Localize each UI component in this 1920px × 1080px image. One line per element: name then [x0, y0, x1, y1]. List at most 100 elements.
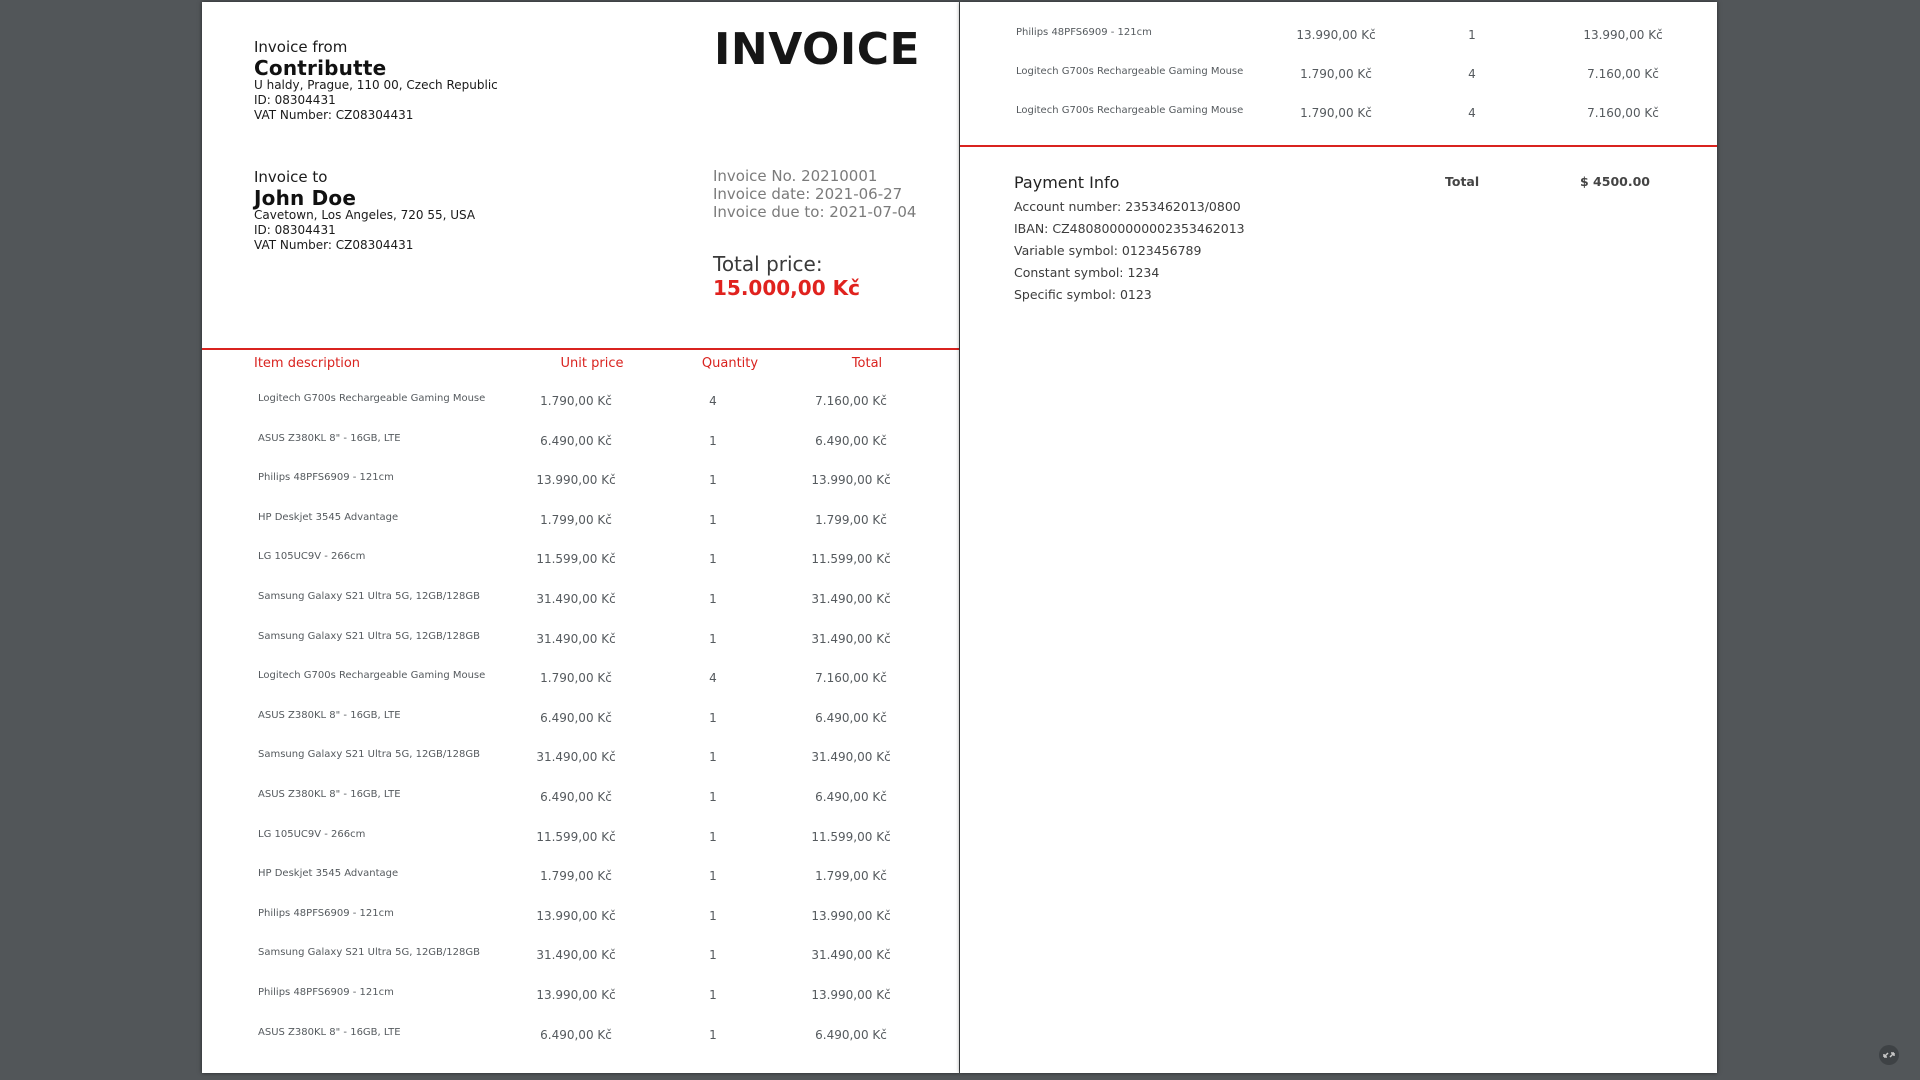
table-row: Samsung Galaxy S21 Ultra 5G, 12GB/128GB 3… — [202, 749, 959, 769]
item-quantity: 4 — [709, 671, 717, 686]
item-unit-price: 6.490,00 Kč — [540, 710, 612, 725]
item-quantity: 1 — [709, 790, 717, 804]
column-header-total: Total — [851, 356, 883, 371]
payment-constant-symbol: Constant symbol: 1234 — [1014, 265, 1160, 280]
table-row: LG 105UC9V - 266cm 11.599,00 Kč 1 11.599,00… — [202, 829, 959, 849]
item-description: ASUS Z380KL 8" - 16GB, LTE — [258, 789, 401, 800]
fit-to-page-icon[interactable] — [1878, 1044, 1900, 1066]
item-description: HP Deskjet 3545 Advantage — [258, 868, 399, 880]
item-unit-price: 1.790,00 Kč — [1300, 67, 1372, 81]
item-description: HP Deskjet 3545 Advantage — [258, 511, 399, 523]
item-total: 7.160,00 Kč — [1587, 106, 1659, 120]
item-quantity: 1 — [709, 512, 717, 527]
item-description: Philips 48PFS6909 - 121cm — [258, 907, 394, 919]
item-total: 13.990,00 Kč — [811, 908, 891, 923]
table-row: HP Deskjet 3545 Advantage 1.799,00 Kč 1 1.7… — [202, 868, 959, 888]
column-header-unit-price: Unit price — [560, 356, 624, 371]
table-row: Logitech G700s Rechargeable Gaming Mouse… — [202, 393, 959, 413]
table-row: Samsung Galaxy S21 Ultra 5G, 12GB/128GB 3… — [202, 591, 959, 611]
item-total: 31.490,00 Kč — [811, 948, 891, 963]
client-name: John Doe — [254, 186, 357, 210]
item-quantity: 1 — [709, 1027, 717, 1042]
column-header-description: Item description — [254, 356, 361, 371]
item-unit-price: 1.790,00 Kč — [540, 394, 612, 408]
payment-divider — [960, 145, 1717, 147]
company-address: U haldy, Prague, 110 00, Czech Republic — [254, 78, 498, 92]
payment-account: Account number: 2353462013/0800 — [1014, 199, 1241, 214]
item-quantity: 4 — [1468, 106, 1476, 120]
invoice-due-date: Invoice due to: 2021-07-04 — [713, 203, 917, 221]
item-unit-price: 13.990,00 Kč — [536, 988, 616, 1002]
item-quantity: 1 — [709, 552, 717, 567]
invoice-date: Invoice date: 2021-06-27 — [713, 185, 903, 203]
item-description: Samsung Galaxy S21 Ultra 5G, 12GB/128GB — [258, 749, 480, 761]
table-row: ASUS Z380KL 8" - 16GB, LTE 6.490,00 Kč 1 6.… — [202, 710, 959, 730]
item-quantity: 1 — [709, 710, 717, 725]
item-total: 13.990,00 Kč — [811, 473, 891, 488]
item-description: Logitech G700s Rechargeable Gaming Mouse — [1016, 66, 1244, 77]
payment-iban: IBAN: CZ4808000000002353462013 — [1014, 221, 1245, 236]
item-quantity: 1 — [709, 631, 717, 646]
item-total: 13.990,00 Kč — [1583, 28, 1663, 42]
table-row: Logitech G700s Rechargeable Gaming Mouse… — [202, 670, 959, 690]
item-unit-price: 13.990,00 Kč — [536, 473, 616, 488]
invoice-to-label: Invoice to — [254, 168, 328, 186]
payment-specific-symbol: Specific symbol: 0123 — [1014, 287, 1152, 302]
table-row: Logitech G700s Rechargeable Gaming Mouse… — [960, 66, 1717, 86]
item-unit-price: 31.490,00 Kč — [536, 948, 616, 963]
table-row: Philips 48PFS6909 - 121cm 13.990,00 Kč 1 13… — [202, 987, 959, 1007]
item-unit-price: 6.490,00 Kč — [540, 433, 612, 448]
table-row: Samsung Galaxy S21 Ultra 5G, 12GB/128GB 3… — [202, 947, 959, 967]
item-unit-price: 6.490,00 Kč — [540, 1027, 612, 1042]
item-total: 6.490,00 Kč — [815, 1027, 887, 1042]
company-id: ID: 08304431 — [254, 93, 336, 107]
item-total: 6.490,00 Kč — [815, 433, 887, 448]
item-unit-price: 31.490,00 Kč — [536, 631, 616, 646]
table-row: HP Deskjet 3545 Advantage 1.799,00 Kč 1 1.7… — [202, 512, 959, 532]
item-quantity: 1 — [709, 908, 717, 923]
table-row: LG 105UC9V - 266cm 11.599,00 Kč 1 11.599,00… — [202, 551, 959, 571]
item-unit-price: 1.790,00 Kč — [1300, 106, 1372, 120]
client-address: Cavetown, Los Angeles, 720 55, USA — [254, 208, 476, 222]
item-unit-price: 13.990,00 Kč — [536, 908, 616, 923]
item-total: 1.799,00 Kč — [815, 869, 887, 884]
item-total: 7.160,00 Kč — [815, 671, 887, 686]
item-quantity: 4 — [1468, 67, 1476, 81]
table-row: ASUS Z380KL 8" - 16GB, LTE 6.490,00 Kč 1 6.… — [202, 789, 959, 809]
company-name: Contributte — [254, 56, 387, 80]
item-unit-price: 1.790,00 Kč — [540, 671, 612, 686]
table-row: Philips 48PFS6909 - 121cm 13.990,00 Kč 1 13… — [960, 27, 1717, 47]
table-row: Philips 48PFS6909 - 121cm 13.990,00 Kč 1 13… — [202, 908, 959, 928]
item-quantity: 1 — [709, 869, 717, 884]
item-description: Logitech G700s Rechargeable Gaming Mouse — [258, 393, 486, 404]
payment-info-title: Payment Info — [1014, 173, 1120, 192]
item-total: 6.490,00 Kč — [815, 710, 887, 725]
item-quantity: 1 — [709, 433, 717, 448]
summary-total-label: Total — [1445, 174, 1480, 189]
item-unit-price: 1.799,00 Kč — [540, 869, 612, 884]
item-description: Logitech G700s Rechargeable Gaming Mouse — [258, 670, 486, 682]
table-row: ASUS Z380KL 8" - 16GB, LTE 6.490,00 Kč 1 6.… — [202, 433, 959, 453]
invoice-title: INVOICE — [714, 24, 921, 75]
client-id: ID: 08304431 — [254, 223, 336, 237]
item-unit-price: 11.599,00 Kč — [536, 829, 616, 844]
item-description: Samsung Galaxy S21 Ultra 5G, 12GB/128GB — [258, 947, 480, 959]
item-total: 1.799,00 Kč — [815, 512, 887, 527]
item-unit-price: 1.799,00 Kč — [540, 512, 612, 527]
item-total: 6.490,00 Kč — [815, 790, 887, 804]
table-row: Samsung Galaxy S21 Ultra 5G, 12GB/128GB 3… — [202, 631, 959, 651]
item-unit-price: 6.490,00 Kč — [540, 790, 612, 804]
table-row: ASUS Z380KL 8" - 16GB, LTE 6.490,00 Kč 1 6.… — [202, 1027, 959, 1047]
item-description: Logitech G700s Rechargeable Gaming Mouse — [1016, 105, 1244, 116]
item-quantity: 1 — [709, 829, 717, 844]
company-vat: VAT Number: CZ08304431 — [254, 108, 414, 122]
item-total: 7.160,00 Kč — [1587, 67, 1659, 81]
table-row: Philips 48PFS6909 - 121cm 13.990,00 Kč 1 13… — [202, 472, 959, 492]
item-description: ASUS Z380KL 8" - 16GB, LTE — [258, 432, 401, 444]
header-divider — [202, 348, 959, 350]
item-total: 31.490,00 Kč — [811, 592, 891, 606]
item-quantity: 1 — [709, 592, 717, 606]
invoice-page-1: Invoice from Contributte U haldy, Prague… — [202, 2, 959, 1073]
item-quantity: 1 — [709, 988, 717, 1002]
item-description: LG 105UC9V - 266cm — [258, 551, 366, 563]
